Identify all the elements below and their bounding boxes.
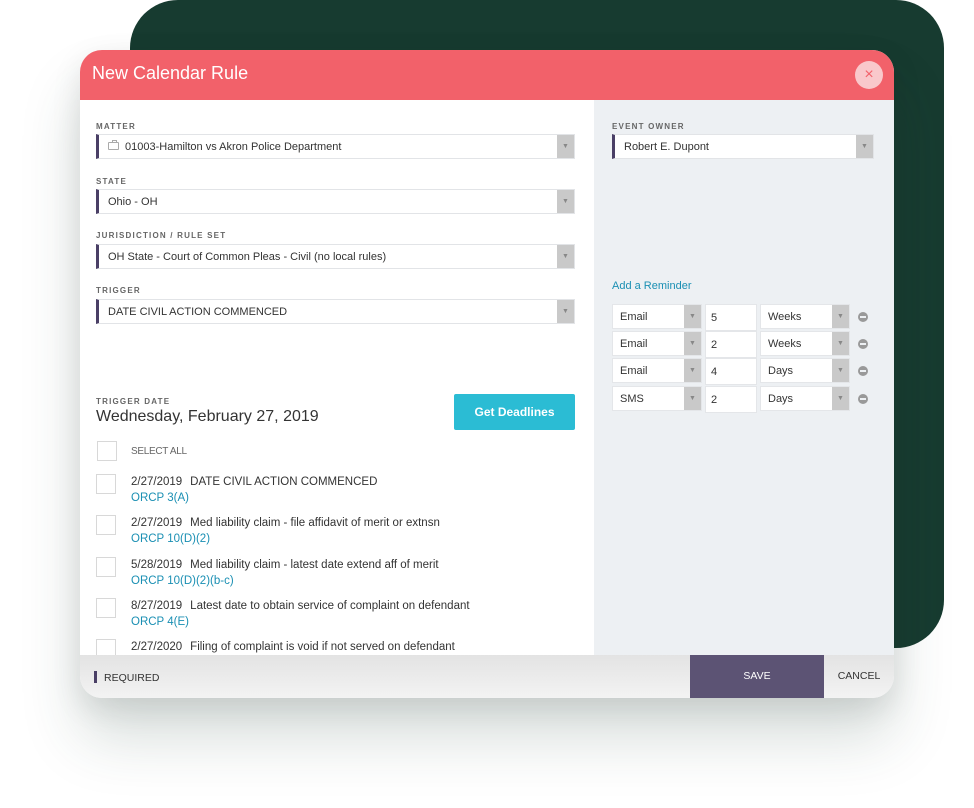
chevron-down-icon[interactable]: ▼ xyxy=(557,245,574,268)
remove-reminder-icon[interactable] xyxy=(858,339,868,349)
reminder-type-value: SMS xyxy=(620,393,644,405)
reminder-amount-input[interactable]: 4 xyxy=(705,358,757,385)
chevron-down-icon[interactable]: ▼ xyxy=(856,135,873,158)
reminder-row: Email ▼ 5 Weeks ▼ xyxy=(612,304,872,331)
dialog-footer: REQUIRED SAVE CANCEL xyxy=(80,655,894,698)
chevron-down-icon[interactable]: ▼ xyxy=(684,305,701,328)
deadline-description: Filing of complaint is void if not serve… xyxy=(190,641,455,653)
chevron-down-icon[interactable]: ▼ xyxy=(684,359,701,382)
reminder-type-value: Email xyxy=(620,311,648,323)
deadline-description: Latest date to obtain service of complai… xyxy=(190,600,470,612)
deadline-rule-link[interactable]: ORCP 3(A) xyxy=(131,492,189,504)
deadline-description: DATE CIVIL ACTION COMMENCED xyxy=(190,476,378,488)
reminder-row: Email ▼ 2 Weeks ▼ xyxy=(612,331,872,358)
chevron-down-icon[interactable]: ▼ xyxy=(832,305,849,328)
reminder-row: SMS ▼ 2 Days ▼ xyxy=(612,386,872,413)
reminder-amount-input[interactable]: 2 xyxy=(705,331,757,358)
reminder-unit-select[interactable]: Weeks ▼ xyxy=(760,304,850,329)
deadline-date: 5/28/2019 xyxy=(131,559,183,571)
remove-reminder-icon[interactable] xyxy=(858,312,868,322)
deadline-item: 8/27/2019 Latest date to obtain service o… xyxy=(96,598,576,636)
add-reminder-link[interactable]: Add a Reminder xyxy=(612,280,692,292)
event-owner-select[interactable]: Robert E. Dupont ▼ xyxy=(612,134,874,159)
trigger-date-value[interactable]: Wednesday, February 27, 2019 xyxy=(96,408,319,426)
deadline-checkbox[interactable] xyxy=(96,474,116,494)
event-owner-label: EVENT OWNER xyxy=(612,122,685,131)
trigger-select[interactable]: DATE CIVIL ACTION COMMENCED ▼ xyxy=(96,299,575,324)
chevron-down-icon[interactable]: ▼ xyxy=(832,332,849,355)
reminder-type-select[interactable]: Email ▼ xyxy=(612,331,702,356)
reminder-row: Email ▼ 4 Days ▼ xyxy=(612,358,872,385)
reminder-unit-value: Weeks xyxy=(768,311,802,323)
deadline-checkbox[interactable] xyxy=(96,598,116,618)
select-all-label[interactable]: SELECT ALL xyxy=(131,446,187,457)
reminder-amount-input[interactable]: 5 xyxy=(705,304,757,331)
reminder-unit-select[interactable]: Weeks ▼ xyxy=(760,331,850,356)
chevron-down-icon[interactable]: ▼ xyxy=(557,300,574,323)
trigger-date-label: TRIGGER DATE xyxy=(96,397,171,406)
state-value: Ohio - OH xyxy=(108,196,158,208)
deadline-rule-link[interactable]: ORCP 10(D)(2) xyxy=(131,533,210,545)
new-calendar-rule-dialog: New Calendar Rule × MATTER 01003-Hamilto… xyxy=(80,50,894,698)
reminder-unit-select[interactable]: Days ▼ xyxy=(760,358,850,383)
reminder-type-value: Email xyxy=(620,365,648,377)
cancel-button[interactable]: CANCEL xyxy=(824,655,894,698)
right-panel: EVENT OWNER Robert E. Dupont ▼ Add a Rem… xyxy=(594,100,894,655)
dialog-title: New Calendar Rule xyxy=(92,63,249,83)
deadline-date: 2/27/2019 xyxy=(131,517,183,529)
reminder-unit-value: Days xyxy=(768,393,794,405)
deadline-rule-link[interactable]: ORCP 10(D)(2)(b-c) xyxy=(131,575,234,587)
chevron-down-icon[interactable]: ▼ xyxy=(557,190,574,213)
get-deadlines-button[interactable]: Get Deadlines xyxy=(454,394,575,430)
deadline-rule-link[interactable]: ORCP 4(E) xyxy=(131,616,189,628)
close-icon: × xyxy=(864,66,874,83)
reminder-type-value: Email xyxy=(620,338,648,350)
reminder-amount-input[interactable]: 2 xyxy=(705,386,757,413)
close-button[interactable]: × xyxy=(855,61,883,89)
left-panel: MATTER 01003-Hamilton vs Akron Police De… xyxy=(80,100,594,669)
deadline-date: 2/27/2020 xyxy=(131,641,183,653)
matter-label: MATTER xyxy=(96,122,136,131)
reminder-type-select[interactable]: Email ▼ xyxy=(612,304,702,329)
reminder-unit-value: Days xyxy=(768,365,794,377)
reminder-type-select[interactable]: SMS ▼ xyxy=(612,386,702,411)
event-owner-value: Robert E. Dupont xyxy=(624,141,709,153)
required-label: REQUIRED xyxy=(104,672,160,684)
jurisdiction-select[interactable]: OH State - Court of Common Pleas - Civil… xyxy=(96,244,575,269)
deadline-description: Med liability claim - latest date extend… xyxy=(190,559,439,571)
required-marker xyxy=(94,671,97,683)
chevron-down-icon[interactable]: ▼ xyxy=(557,135,574,158)
jurisdiction-value: OH State - Court of Common Pleas - Civil… xyxy=(108,251,387,263)
jurisdiction-label: JURISDICTION / RULE SET xyxy=(96,231,227,240)
trigger-label: TRIGGER xyxy=(96,286,141,295)
select-all-checkbox[interactable] xyxy=(97,441,117,461)
chevron-down-icon[interactable]: ▼ xyxy=(684,387,701,410)
deadline-item: 5/28/2019 Med liability claim - latest da… xyxy=(96,557,576,595)
deadline-date: 8/27/2019 xyxy=(131,600,183,612)
remove-reminder-icon[interactable] xyxy=(858,394,868,404)
chevron-down-icon[interactable]: ▼ xyxy=(684,332,701,355)
deadline-item: 2/27/2019 Med liability claim - file affi… xyxy=(96,515,576,553)
matter-select[interactable]: 01003-Hamilton vs Akron Police Departmen… xyxy=(96,134,575,159)
briefcase-icon xyxy=(108,140,119,150)
chevron-down-icon[interactable]: ▼ xyxy=(832,387,849,410)
chevron-down-icon[interactable]: ▼ xyxy=(832,359,849,382)
deadline-item: 2/27/2019 DATE CIVIL ACTION COMMENCED ORC… xyxy=(96,474,576,512)
remove-reminder-icon[interactable] xyxy=(858,366,868,376)
deadline-checkbox[interactable] xyxy=(96,557,116,577)
state-select[interactable]: Ohio - OH ▼ xyxy=(96,189,575,214)
dialog-header: New Calendar Rule × xyxy=(80,50,894,100)
state-label: STATE xyxy=(96,177,128,186)
reminder-unit-select[interactable]: Days ▼ xyxy=(760,386,850,411)
reminder-unit-value: Weeks xyxy=(768,338,802,350)
deadline-checkbox[interactable] xyxy=(96,515,116,535)
matter-value: 01003-Hamilton vs Akron Police Departmen… xyxy=(125,141,342,153)
reminder-type-select[interactable]: Email ▼ xyxy=(612,358,702,383)
save-button[interactable]: SAVE xyxy=(690,655,824,698)
deadline-description: Med liability claim - file affidavit of … xyxy=(190,517,440,529)
trigger-value: DATE CIVIL ACTION COMMENCED xyxy=(108,306,288,318)
deadline-date: 2/27/2019 xyxy=(131,476,183,488)
